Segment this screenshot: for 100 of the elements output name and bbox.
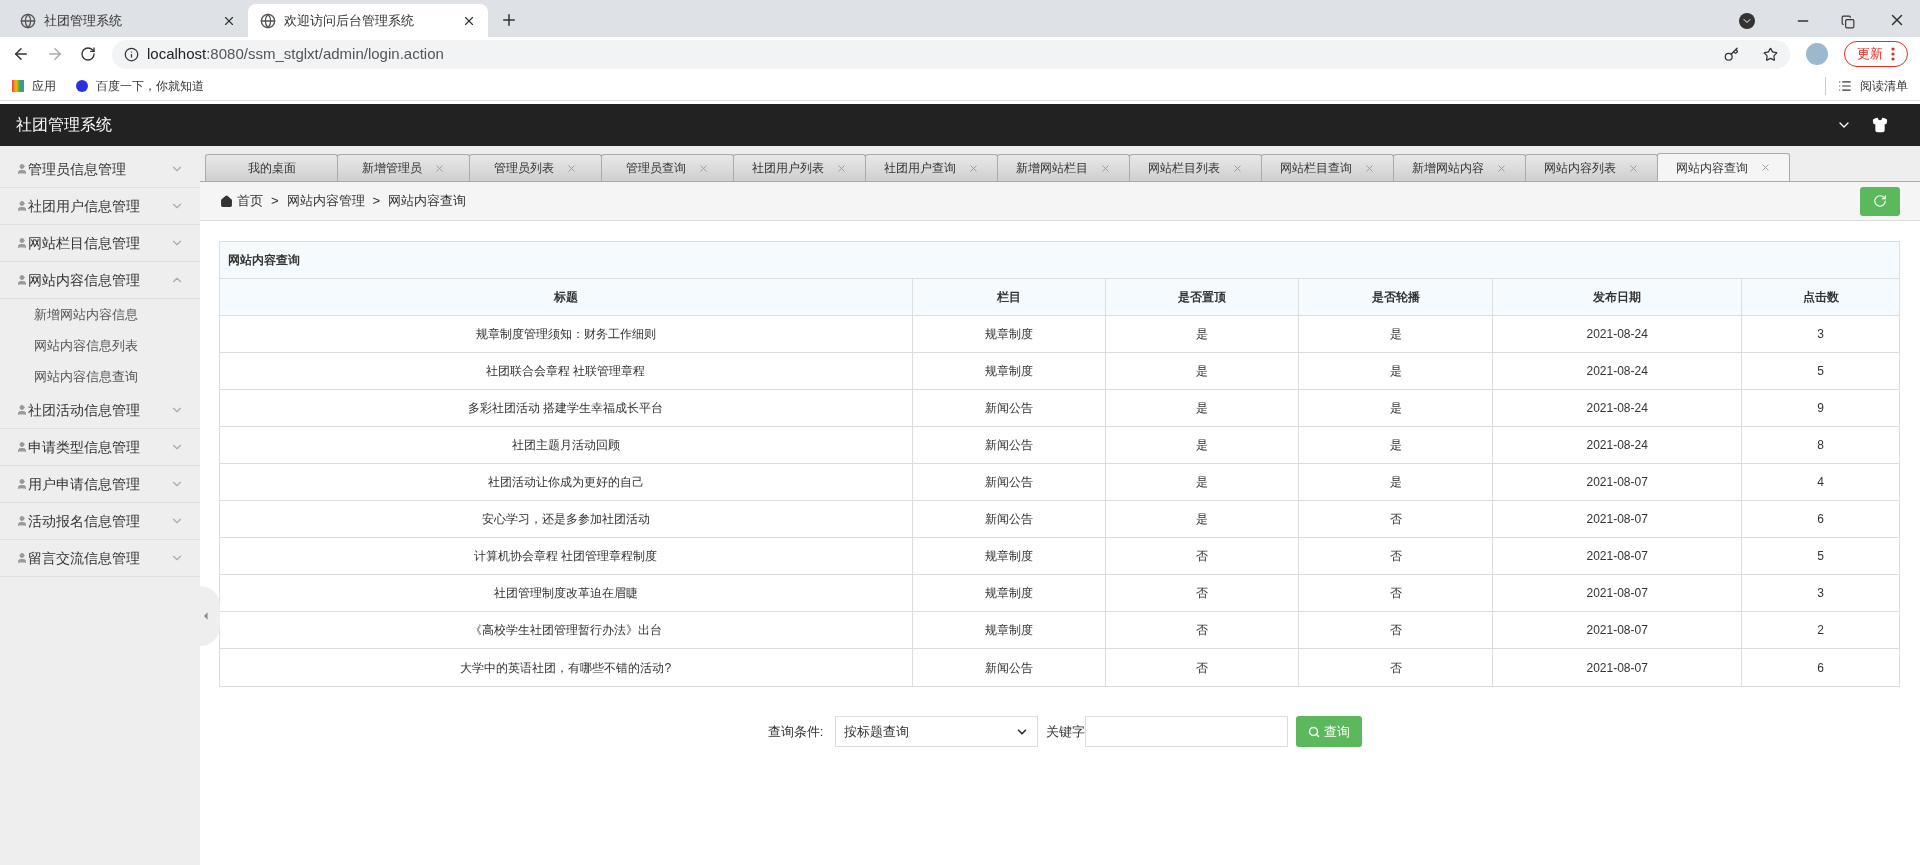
table-cell-text: 3 — [1816, 585, 1825, 602]
table-cell: 新闻公告 — [912, 649, 1107, 686]
user-icon — [16, 478, 28, 490]
user-icon — [16, 404, 28, 416]
table-cell: 《高校学生社团管理暂行办法》出台 — [220, 612, 913, 648]
sidebar-item[interactable]: 申请类型信息管理 — [0, 429, 200, 466]
browser-tab[interactable]: 欢迎访问后台管理系统 — [248, 4, 488, 37]
table-cell-text: 8 — [1816, 437, 1825, 454]
table-cell: 是 — [1299, 390, 1494, 426]
user-icon — [16, 515, 28, 527]
table-cell: 否 — [1106, 575, 1300, 611]
table-cell: 是 — [1106, 390, 1300, 426]
collapse-handle[interactable] — [200, 586, 220, 646]
key-icon[interactable] — [1724, 46, 1739, 62]
table-cell: 否 — [1299, 501, 1494, 537]
table-cell: 是 — [1106, 501, 1300, 537]
table-cell: 规章制度管理须知：财务工作细则 — [220, 316, 913, 352]
sidebar-item[interactable]: 社团活动信息管理 — [0, 392, 200, 429]
app-title: 社团管理系统 — [16, 115, 112, 135]
refresh-button[interactable] — [1860, 186, 1900, 216]
user-icon — [16, 274, 28, 286]
table-cell-text: 9 — [1816, 400, 1825, 417]
page-tab[interactable]: 我的桌面 — [205, 154, 338, 181]
page-tab[interactable]: 社团用户列表 — [733, 154, 866, 181]
page-tab[interactable]: 网站栏目列表 — [1129, 154, 1262, 181]
sidebar-item[interactable]: 留言交流信息管理 — [0, 540, 200, 577]
avatar[interactable] — [1806, 43, 1828, 65]
table-cell: 社团主题月活动回顾 — [220, 427, 913, 463]
page-tab[interactable]: 管理员列表 — [469, 154, 602, 181]
table-cell: 否 — [1299, 612, 1494, 648]
condition-select[interactable]: 按标题查询 — [835, 716, 1039, 747]
tab-title: 社团管理系统 — [44, 11, 123, 30]
table-cell-text: 2 — [1816, 622, 1825, 639]
address-bar[interactable]: localhost:8080/ssm_stglxt/admin/login.action — [112, 39, 1790, 69]
forward-icon[interactable] — [46, 45, 64, 63]
table-cell: 2021-08-24 — [1493, 427, 1743, 463]
table-cell: 否 — [1299, 538, 1494, 574]
table-cell-text: 3 — [1816, 326, 1825, 343]
table-cell: 社团活动让你成为更好的自己 — [220, 464, 913, 500]
table-cell: 2021-08-07 — [1493, 464, 1743, 500]
condition-label: 查询条件: — [767, 722, 824, 741]
info-icon — [124, 46, 139, 62]
back-icon[interactable] — [12, 45, 30, 63]
sidebar-item[interactable]: 网站内容信息管理 — [0, 262, 200, 299]
star-icon[interactable] — [1763, 46, 1778, 62]
table-cell: 是 — [1106, 427, 1300, 463]
table-cell: 是 — [1106, 353, 1300, 389]
list-icon — [1838, 78, 1852, 93]
breadcrumb-item: 网站内容查询 — [388, 192, 467, 211]
new-tab-icon[interactable] — [500, 11, 518, 29]
page-tab[interactable]: 网站内容列表 — [1525, 154, 1658, 181]
table-cell: 是 — [1299, 427, 1494, 463]
table-cell: 规章制度 — [912, 612, 1107, 648]
table-cell: 新闻公告 — [912, 464, 1107, 500]
keyword-field[interactable] — [1085, 716, 1289, 747]
table-cell: 多彩社团活动 搭建学生幸福成长平台 — [220, 390, 913, 426]
table-cell: 规章制度 — [912, 316, 1107, 352]
table-cell: 是 — [1299, 353, 1494, 389]
page-tab[interactable]: 新增网站栏目 — [997, 154, 1130, 181]
tab-title: 欢迎访问后台管理系统 — [284, 11, 415, 30]
sidebar-subitem[interactable]: 网站内容信息列表 — [0, 330, 200, 361]
breadcrumb-item[interactable]: 首页 — [237, 191, 263, 211]
sidebar-subitem[interactable]: 新增网站内容信息 — [0, 299, 200, 330]
page-tab[interactable]: 社团用户查询 — [865, 154, 998, 181]
page-tab[interactable]: 新增管理员 — [337, 154, 470, 181]
separator: > — [372, 192, 381, 211]
page-tab[interactable]: 管理员查询 — [601, 154, 734, 181]
column-header: 栏目 — [912, 279, 1107, 315]
sidebar-item[interactable]: 用户申请信息管理 — [0, 466, 200, 503]
table-cell: 社团联合会章程 社联管理章程 — [220, 353, 913, 389]
table-cell-text: 5 — [1816, 363, 1825, 380]
tab-search-icon[interactable] — [1739, 13, 1755, 29]
table-cell: 否 — [1106, 612, 1300, 648]
bookmark[interactable]: 应用 — [12, 76, 56, 95]
user-icon — [16, 163, 28, 175]
table-cell-text: 6 — [1816, 659, 1825, 677]
table-cell: 2021-08-07 — [1493, 649, 1743, 686]
page-tab[interactable]: 网站内容查询 — [1657, 153, 1790, 181]
refresh-icon — [1873, 194, 1887, 208]
page-tab[interactable]: 网站栏目查询 — [1261, 154, 1394, 181]
reload-icon[interactable] — [80, 46, 96, 62]
reading-list[interactable]: 阅读清单 — [1825, 76, 1908, 95]
sidebar-subitem[interactable]: 网站内容信息查询 — [0, 361, 200, 392]
keyword-label: 关键字 — [1046, 722, 1086, 741]
shirt-icon[interactable] — [1872, 117, 1888, 133]
table-cell: 2021-08-07 — [1493, 575, 1743, 611]
more-icon[interactable] — [1891, 47, 1895, 61]
user-icon — [16, 237, 28, 249]
restore-icon[interactable] — [1841, 15, 1855, 29]
user-icon — [16, 200, 28, 212]
table-cell: 是 — [1299, 464, 1494, 500]
breadcrumb-item[interactable]: 网站内容管理 — [286, 191, 365, 211]
globe-icon — [260, 12, 276, 29]
page-tab[interactable]: 新增网站内容 — [1393, 154, 1526, 181]
home-icon[interactable] — [220, 194, 233, 208]
table-cell: 社团管理制度改革迫在眉睫 — [220, 575, 913, 611]
sidebar-item[interactable]: 活动报名信息管理 — [0, 503, 200, 540]
sidebar-item[interactable]: 网站栏目信息管理 — [0, 225, 200, 262]
table-cell: 是 — [1106, 316, 1300, 352]
bookmark[interactable]: 百度一下，你就知道 — [76, 76, 204, 95]
